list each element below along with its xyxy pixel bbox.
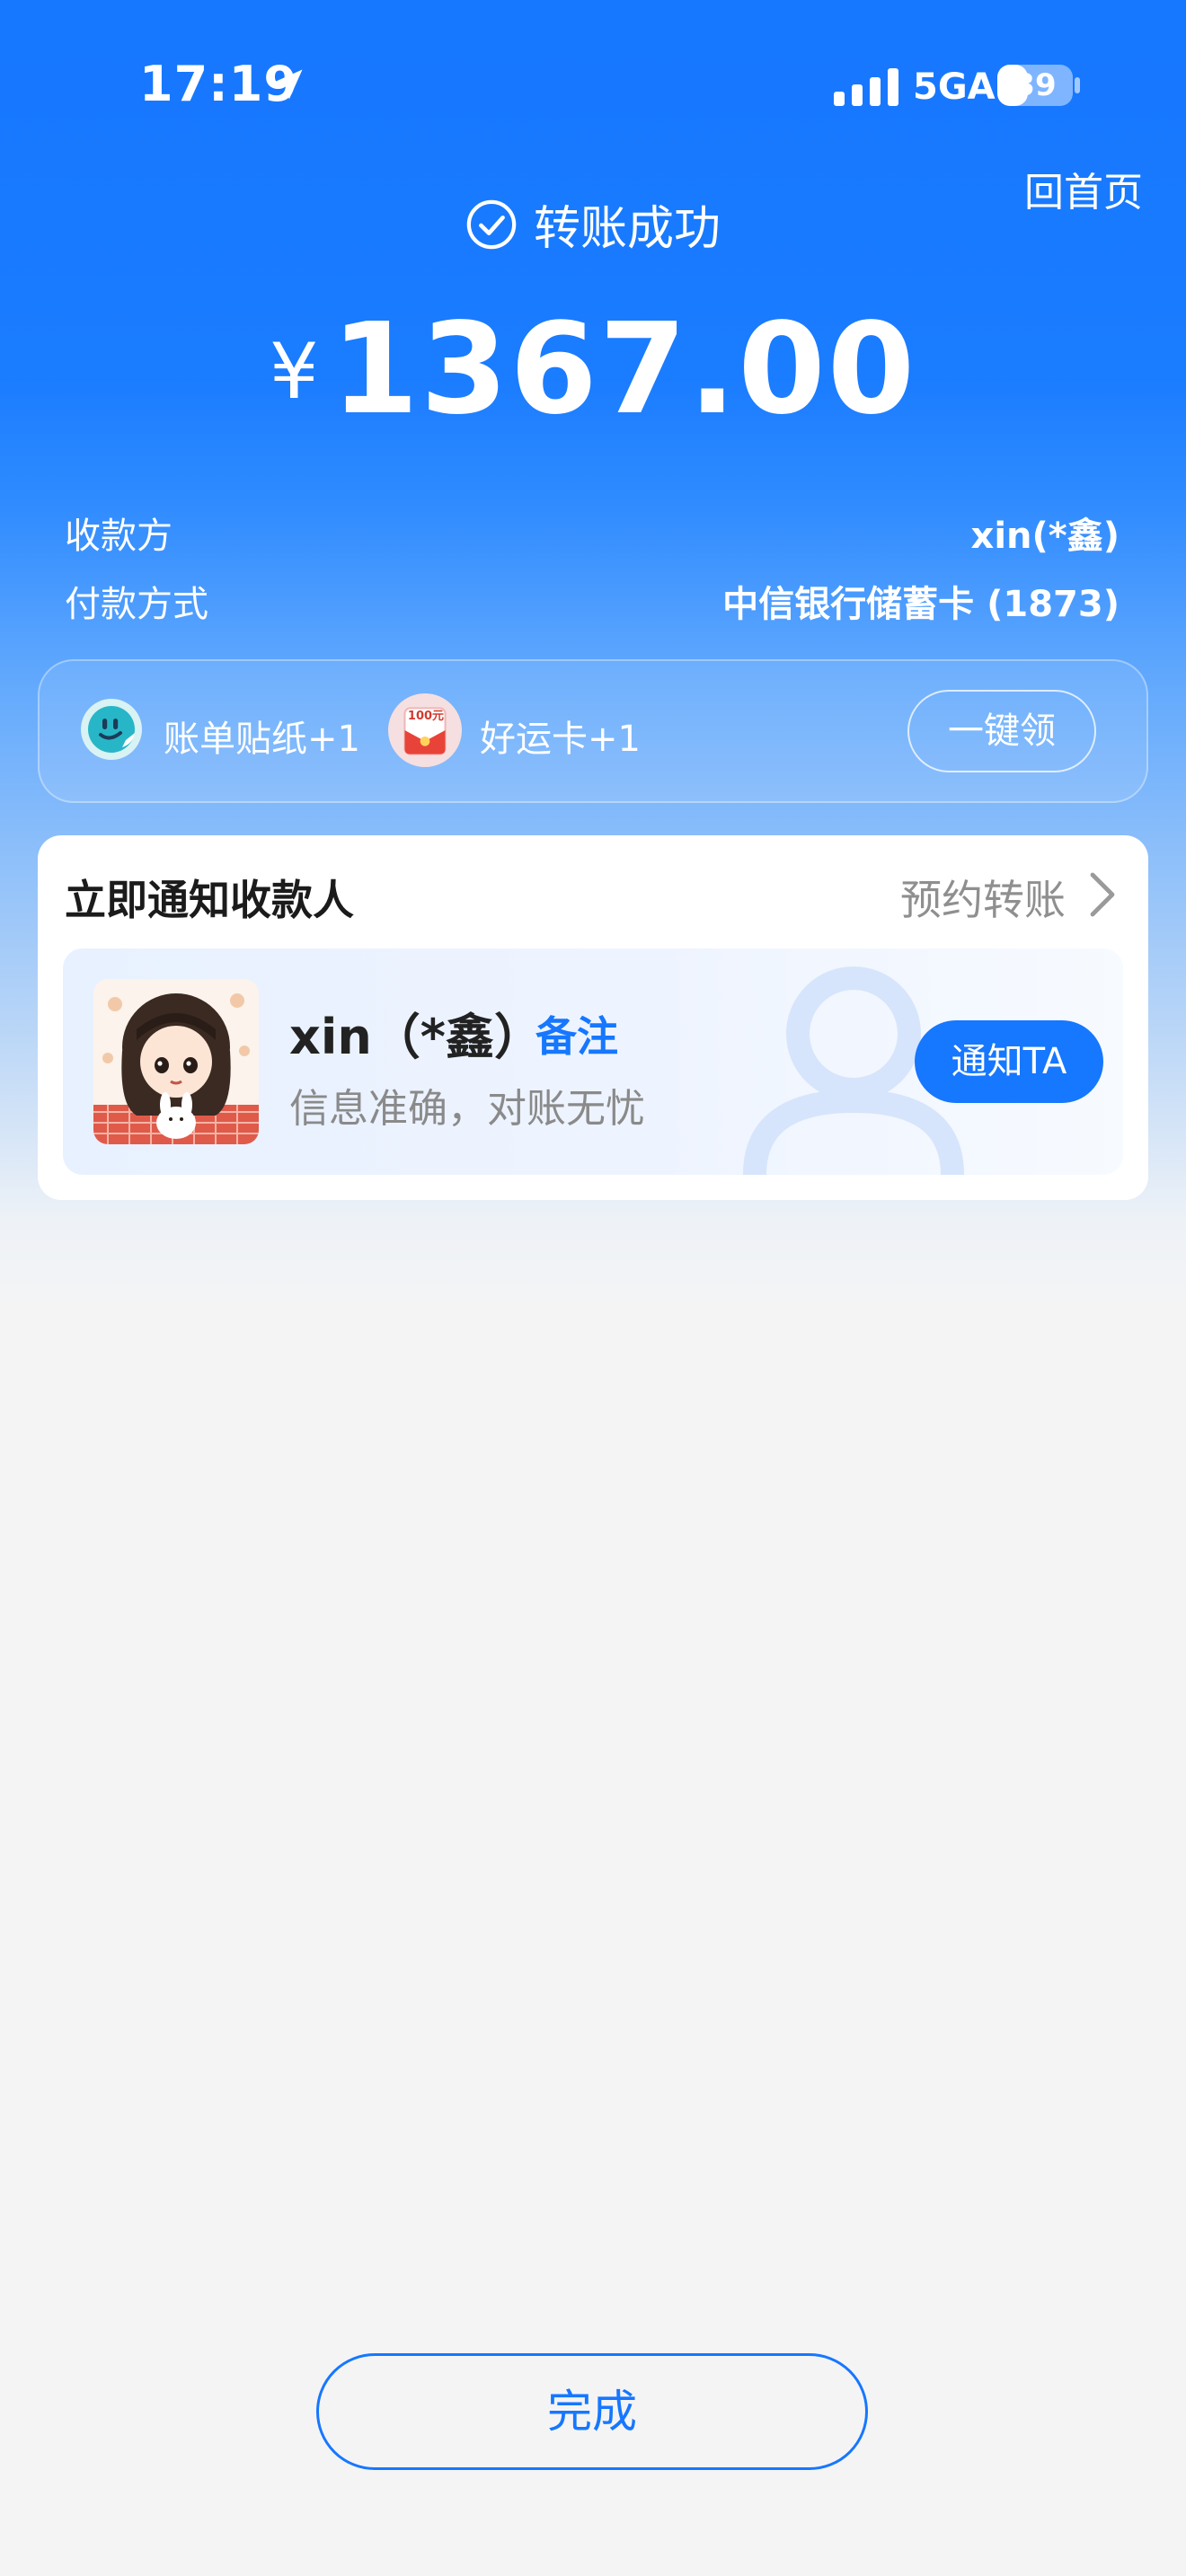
- currency-symbol: ¥: [269, 327, 319, 417]
- lucky-card-icon: [388, 693, 462, 767]
- done-button[interactable]: 完成: [316, 2353, 868, 2470]
- payee-label: 收款方: [65, 516, 173, 557]
- transfer-status: 转账成功: [0, 190, 1186, 258]
- chevron-right-icon[interactable]: [1087, 871, 1118, 918]
- location-arrow-icon: [272, 69, 303, 100]
- amount-value: 1367.00: [331, 296, 917, 443]
- payee-name: xin（*鑫）: [289, 1009, 544, 1065]
- sticker-reward: 账单贴纸+1: [164, 719, 360, 760]
- lucky-card-badge: 100元: [407, 710, 445, 723]
- transfer-amount: ¥1367.00: [0, 296, 1186, 443]
- check-circle-icon: [466, 199, 517, 249]
- notify-title: 立即通知收款人: [65, 876, 354, 924]
- sticker-icon: [81, 699, 142, 760]
- notify-button[interactable]: 通知TA: [915, 1020, 1103, 1103]
- notify-subtext: 信息准确，对账无忧: [289, 1086, 645, 1132]
- payee-value: xin(*鑫): [970, 516, 1120, 557]
- status-text: 转账成功: [533, 202, 721, 256]
- payment-method-value: 中信银行储蓄卡 (1873): [722, 584, 1120, 625]
- remark-link[interactable]: 备注: [535, 1004, 618, 1063]
- battery-level: 39: [1013, 67, 1057, 103]
- schedule-transfer-link[interactable]: 预约转账: [900, 868, 1066, 927]
- signal-icon: [834, 68, 898, 106]
- payment-method-label: 付款方式: [65, 584, 208, 625]
- network-type: 5GA: [913, 66, 996, 108]
- payee-avatar: [93, 979, 259, 1144]
- claim-all-button[interactable]: 一键领: [907, 690, 1096, 772]
- lucky-card-reward: 好运卡+1: [480, 719, 641, 760]
